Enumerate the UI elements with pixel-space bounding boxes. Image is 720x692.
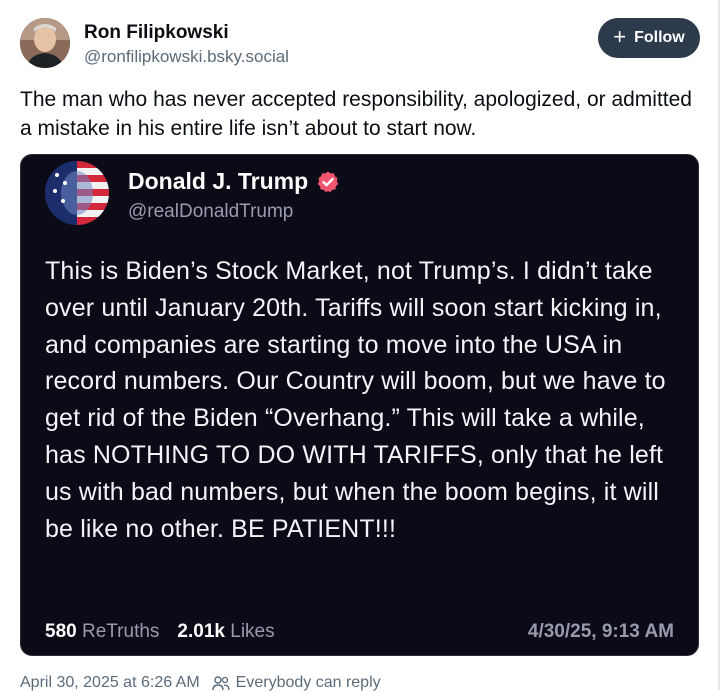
- author-name[interactable]: Ron Filipkowski: [84, 22, 229, 44]
- embedded-post-body: This is Biden’s Stock Market, not Trump’…: [45, 257, 666, 543]
- post-footer: April 30, 2025 at 6:26 AM Everybody can …: [20, 674, 381, 692]
- author-handle[interactable]: @ronfilipkowski.bsky.social: [84, 47, 289, 67]
- retruths-label: ReTruths: [81, 621, 160, 642]
- verified-badge-icon: [317, 171, 339, 192]
- post-timestamp[interactable]: April 30, 2025 at 6:26 AM: [20, 674, 200, 692]
- embedded-avatar: [45, 161, 109, 225]
- embedded-post-date: 4/30/25, 9:13 AM: [527, 621, 674, 642]
- retruths-count: 580: [45, 621, 77, 642]
- post-text: The man who has never accepted responsib…: [20, 88, 692, 140]
- flag-portrait-icon: [45, 161, 109, 225]
- avatar[interactable]: [20, 18, 70, 68]
- follow-button[interactable]: + Follow: [598, 18, 700, 58]
- follow-button-label: Follow: [634, 29, 685, 46]
- likes-count: 2.01k: [177, 621, 225, 642]
- embedded-author-row: Donald J. Trump: [128, 168, 340, 195]
- embedded-post-stats: 580 ReTruths 2.01k Likes: [45, 621, 275, 643]
- plus-icon: +: [613, 24, 627, 49]
- post-header: Ron Filipkowski @ronfilipkowski.bsky.soc…: [20, 16, 700, 72]
- embedded-author-name: Donald J. Trump: [128, 168, 309, 194]
- likes-label: Likes: [230, 621, 275, 642]
- embedded-post-image[interactable]: Donald J. Trump @realDonaldTrump This is…: [20, 154, 699, 656]
- profile-photo-icon: [20, 18, 70, 68]
- people-icon: [211, 676, 230, 691]
- reply-setting[interactable]: Everybody can reply: [236, 674, 381, 692]
- embedded-author-handle: @realDonaldTrump: [128, 201, 294, 222]
